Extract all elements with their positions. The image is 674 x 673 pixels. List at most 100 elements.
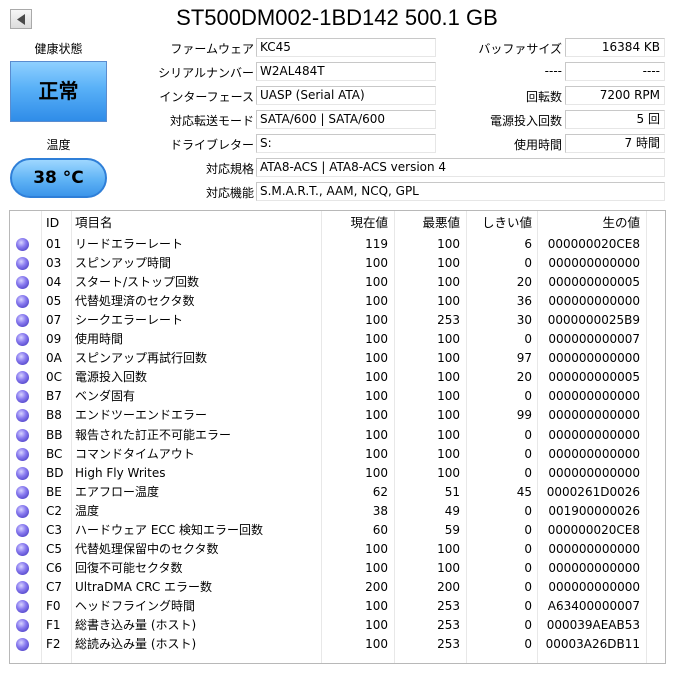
cell-id: 03 <box>46 256 62 271</box>
cell-raw: 000000000005 <box>548 370 640 385</box>
cell-worst: 100 <box>437 446 460 461</box>
cell-worst: 100 <box>437 351 460 366</box>
cell-raw: 000000000000 <box>548 351 640 366</box>
cell-name: スピンアップ時間 <box>75 256 172 271</box>
cell-threshold: 36 <box>516 294 532 309</box>
firmware-value: KC45 <box>256 38 436 57</box>
cell-current: 38 <box>372 503 388 518</box>
cell-current: 100 <box>365 313 388 328</box>
interface-label: インターフェース <box>159 90 254 104</box>
cell-worst: 253 <box>437 313 460 328</box>
transfer-mode-label: 対応転送モード <box>169 114 254 128</box>
power-on-count-value: 5 回 <box>565 110 665 129</box>
cell-current: 100 <box>365 294 388 309</box>
cell-raw: 000000000000 <box>548 541 640 556</box>
table-row[interactable]: C5 代替処理保留中のセクタ数 100 100 0 000000000000 <box>10 540 646 559</box>
table-row[interactable]: F0 ヘッドフライング時間 100 253 0 A63400000007 <box>10 597 646 616</box>
table-row[interactable]: 0C 電源投入回数 100 100 20 000000000005 <box>10 368 646 387</box>
cell-name: 報告された訂正不可能エラー <box>75 427 232 442</box>
table-row[interactable]: BE エアフロー温度 62 51 45 0000261D0026 <box>10 483 646 502</box>
table-row[interactable]: F2 総読み込み量 (ホスト) 100 253 0 00003A26DB11 <box>10 635 646 654</box>
status-dot-icon <box>16 485 29 499</box>
cell-name: 電源投入回数 <box>75 370 148 385</box>
cell-id: F1 <box>46 618 61 632</box>
cell-id: B7 <box>46 389 62 404</box>
table-row[interactable]: C2 温度 38 49 0 001900000026 <box>10 502 646 521</box>
cell-id: BC <box>46 446 63 461</box>
table-row[interactable]: 03 スピンアップ時間 100 100 0 000000000000 <box>10 254 646 273</box>
cell-threshold: 0 <box>524 541 532 556</box>
nv-cache-value: ---- <box>565 62 665 81</box>
cell-threshold: 0 <box>524 598 532 613</box>
column-header-raw[interactable]: 生の値 <box>538 211 640 235</box>
table-row[interactable]: 07 シークエラーレート 100 253 30 0000000025B9 <box>10 311 646 330</box>
cell-current: 100 <box>365 560 388 575</box>
table-row[interactable]: C6 回復不可能セクタ数 100 100 0 000000000000 <box>10 559 646 578</box>
cell-worst: 100 <box>437 237 460 251</box>
column-header-worst[interactable]: 最悪値 <box>395 211 460 235</box>
status-dot-icon <box>16 619 29 632</box>
cell-raw: 000000000007 <box>548 332 640 347</box>
table-row[interactable]: 01 リードエラーレート 119 100 6 000000020CE8 <box>10 235 646 254</box>
table-row[interactable]: BC コマンドタイムアウト 100 100 0 000000000000 <box>10 445 646 464</box>
column-header-threshold[interactable]: しきい値 <box>467 211 532 235</box>
table-row[interactable]: C3 ハードウェア ECC 検知エラー回数 60 59 0 000000020CE8 <box>10 521 646 540</box>
cell-threshold: 20 <box>516 275 532 290</box>
table-row[interactable]: BD High Fly Writes 100 100 0 000000000000 <box>10 464 646 483</box>
cell-raw: 000000020CE8 <box>547 237 640 251</box>
cell-threshold: 0 <box>524 446 532 461</box>
table-row[interactable]: F1 総書き込み量 (ホスト) 100 253 0 000039AEAB53 <box>10 616 646 635</box>
cell-raw: 000039AEAB53 <box>546 618 640 632</box>
drive-title: ST500DM002-1BD142 500.1 GB <box>176 5 498 30</box>
power-on-count-label: 電源投入回数 <box>489 114 562 128</box>
cell-name: シークエラーレート <box>75 313 184 328</box>
cell-id: 0A <box>46 351 62 366</box>
status-dot-icon <box>16 295 29 309</box>
column-header-id[interactable]: ID <box>46 211 70 235</box>
cell-current: 100 <box>365 598 388 613</box>
cell-threshold: 6 <box>524 237 532 251</box>
table-row[interactable]: 05 代替処理済のセクタ数 100 100 36 000000000000 <box>10 292 646 311</box>
smart-table[interactable]: ID 項目名 現在値 最悪値 しきい値 生の値 01 リードエラーレート 119 10… <box>9 210 666 664</box>
cell-threshold: 0 <box>524 522 532 537</box>
cell-id: F2 <box>46 637 61 652</box>
column-header-name[interactable]: 項目名 <box>75 211 315 235</box>
cell-id: C7 <box>46 579 63 594</box>
temperature-status-button[interactable]: 38 °C <box>10 158 107 198</box>
cell-raw: 00003A26DB11 <box>545 637 640 652</box>
serial-label: シリアルナンバー <box>158 66 254 80</box>
table-row[interactable]: 09 使用時間 100 100 0 000000000007 <box>10 330 646 349</box>
table-row[interactable]: 0A スピンアップ再試行回数 100 100 97 000000000000 <box>10 349 646 368</box>
cell-current: 100 <box>365 465 388 480</box>
status-dot-icon <box>16 257 29 271</box>
cell-raw: 001900000026 <box>548 503 640 518</box>
health-status-button[interactable]: 正常 <box>10 61 107 122</box>
cell-id: 0C <box>46 370 63 385</box>
table-row[interactable]: BB 報告された訂正不可能エラー 100 100 0 000000000000 <box>10 426 646 445</box>
cell-raw: 000000020CE8 <box>547 522 640 537</box>
cell-id: 01 <box>46 237 62 251</box>
cell-current: 100 <box>365 370 388 385</box>
cell-raw: 0000261D0026 <box>546 484 640 499</box>
rotation-rate-value: 7200 RPM <box>565 86 665 105</box>
status-dot-icon <box>16 447 29 461</box>
standard-value: ATA8-ACS | ATA8-ACS version 4 <box>256 158 665 177</box>
cell-raw: 000000000000 <box>548 256 640 271</box>
firmware-label: ファームウェア <box>170 42 254 56</box>
cell-threshold: 0 <box>524 618 532 632</box>
serial-value: W2AL484T <box>256 62 436 81</box>
cell-current: 60 <box>372 522 388 537</box>
cell-name: リードエラーレート <box>75 237 184 251</box>
cell-name: High Fly Writes <box>75 465 166 480</box>
cell-name: 総書き込み量 (ホスト) <box>75 618 197 632</box>
status-dot-icon <box>16 428 29 442</box>
table-row[interactable]: B7 ベンダ固有 100 100 0 000000000000 <box>10 387 646 406</box>
status-dot-icon <box>16 409 29 423</box>
table-row[interactable]: B8 エンドツーエンドエラー 100 100 99 000000000000 <box>10 406 646 425</box>
table-row[interactable]: 04 スタート/ストップ回数 100 100 20 000000000005 <box>10 273 646 292</box>
cell-id: 07 <box>46 313 62 328</box>
table-row[interactable]: C7 UltraDMA CRC エラー数 200 200 0 000000000000 <box>10 578 646 597</box>
cell-worst: 253 <box>437 637 460 652</box>
column-header-current[interactable]: 現在値 <box>322 211 388 235</box>
cell-worst: 253 <box>437 598 460 613</box>
